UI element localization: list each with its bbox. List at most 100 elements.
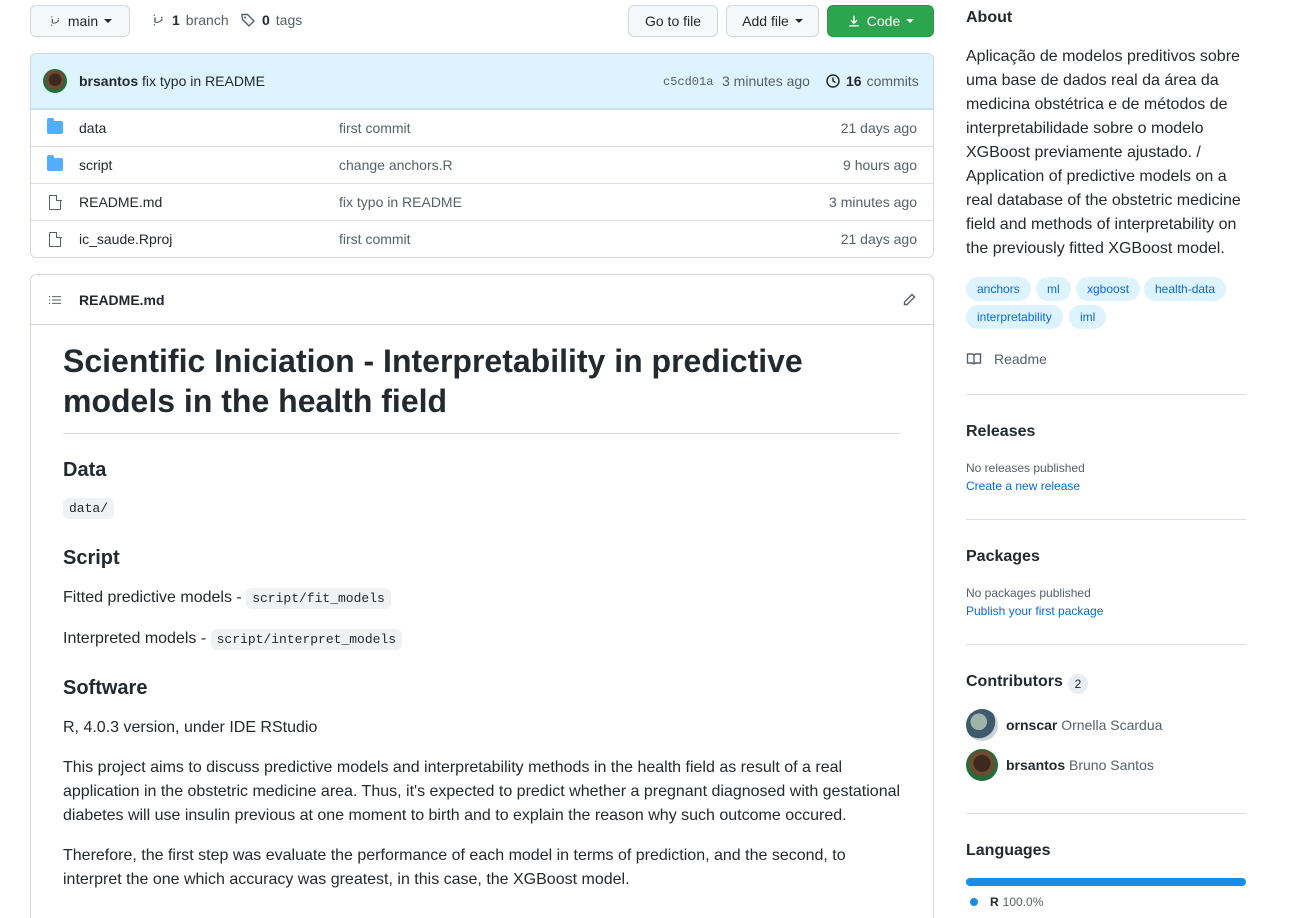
contributor-name: Ornella Scardua — [1061, 717, 1163, 733]
topic-tag[interactable]: anchors — [966, 277, 1031, 301]
file-age: 21 days ago — [840, 120, 917, 136]
file-row[interactable]: script change anchors.R 9 hours ago — [31, 146, 933, 183]
file-row[interactable]: ic_saude.Rproj first commit 21 days ago — [31, 220, 933, 257]
data-heading: Data — [63, 459, 107, 481]
go-to-file-label: Go to file — [644, 13, 702, 29]
publish-package-link[interactable]: Publish your first package — [966, 604, 1103, 618]
folder-icon — [47, 118, 63, 134]
interpreted-label: Interpreted models - — [63, 630, 211, 647]
languages-heading: Languages — [966, 842, 1051, 859]
avatar[interactable] — [43, 69, 67, 93]
topic-tag[interactable]: interpretability — [966, 305, 1063, 329]
file-age: 3 minutes ago — [829, 194, 917, 210]
latest-commit-bar: brsantos fix typo in README c5cd01a 3 mi… — [31, 54, 933, 109]
branches-label: branch — [185, 12, 229, 28]
language-color-dot — [970, 898, 978, 906]
file-commit-message[interactable]: first commit — [339, 120, 411, 136]
file-icon — [49, 194, 62, 210]
create-release-link[interactable]: Create a new release — [966, 479, 1080, 493]
readme-filename[interactable]: README.md — [79, 292, 165, 308]
topic-tag[interactable]: iml — [1069, 305, 1107, 329]
file-commit-message[interactable]: fix typo in README — [339, 194, 462, 210]
file-name[interactable]: script — [79, 157, 112, 173]
pencil-icon[interactable] — [901, 292, 917, 308]
commits-link[interactable]: 16 commits — [825, 73, 919, 89]
contributor-name: Bruno Santos — [1069, 757, 1154, 773]
file-name[interactable]: README.md — [79, 194, 162, 210]
tag-icon — [240, 12, 256, 28]
go-to-file-button[interactable]: Go to file — [628, 5, 718, 37]
releases-heading[interactable]: Releases — [966, 423, 1035, 441]
divider — [966, 519, 1246, 520]
fitted-code: script/fit_models — [246, 588, 391, 609]
language-bar-segment-r — [966, 878, 1246, 886]
data-path-code: data/ — [63, 498, 115, 519]
git-branch-icon — [48, 14, 62, 28]
packages-heading[interactable]: Packages — [966, 548, 1040, 566]
chevron-down-icon — [906, 19, 915, 23]
divider — [966, 644, 1246, 645]
packages-status: No packages published — [966, 586, 1091, 600]
avatar[interactable] — [966, 709, 998, 741]
interpreted-code: script/interpret_models — [210, 629, 403, 650]
description-paragraph-1: This project aims to discuss predictive … — [63, 759, 901, 824]
file-commit-message[interactable]: first commit — [339, 231, 411, 247]
commit-time: 3 minutes ago — [722, 73, 810, 89]
branches-link[interactable]: 1 branch — [150, 12, 229, 28]
contributors-heading[interactable]: Contributors — [966, 673, 1063, 691]
git-branch-icon — [150, 12, 166, 28]
list-unordered-icon[interactable] — [47, 292, 63, 308]
history-icon — [825, 73, 841, 89]
about-heading: About — [966, 9, 1013, 26]
tags-link[interactable]: 0 tags — [240, 12, 302, 28]
contributor-item[interactable]: ornscar Ornella Scardua — [1006, 717, 1162, 733]
avatar[interactable] — [966, 749, 998, 781]
tags-count: 0 — [262, 12, 270, 28]
download-icon — [847, 14, 861, 28]
commits-count: 16 — [846, 73, 862, 89]
script-heading: Script — [63, 547, 120, 569]
fitted-paragraph: Fitted predictive models - script/fit_mo… — [63, 586, 901, 611]
file-name[interactable]: data — [79, 120, 106, 136]
topic-tag[interactable]: xgboost — [1076, 277, 1141, 301]
software-heading: Software — [63, 677, 148, 699]
fitted-label: Fitted predictive models - — [63, 589, 247, 606]
commits-label: commits — [866, 73, 919, 89]
commit-message[interactable]: fix typo in README — [142, 73, 265, 89]
readme-header: README.md — [31, 275, 933, 325]
commit-sha[interactable]: c5cd01a — [663, 75, 713, 89]
add-file-button[interactable]: Add file — [726, 5, 819, 37]
add-file-label: Add file — [742, 13, 789, 29]
divider — [966, 813, 1246, 814]
branch-select-button[interactable]: main — [30, 5, 130, 37]
file-row[interactable]: data first commit 21 days ago — [31, 109, 933, 146]
releases-status: No releases published — [966, 461, 1085, 475]
file-commit-message[interactable]: change anchors.R — [339, 157, 453, 173]
data-paragraph: data/ — [63, 496, 901, 521]
about-description: Aplicação de modelos preditivos sobre um… — [966, 48, 1241, 257]
description-paragraph-2: Therefore, the first step was evaluate t… — [63, 847, 846, 888]
divider — [966, 394, 1246, 395]
topic-tag[interactable]: health-data — [1144, 277, 1227, 301]
file-icon — [49, 231, 62, 247]
chevron-down-icon — [104, 19, 113, 23]
code-button[interactable]: Code — [827, 5, 934, 37]
file-browser: brsantos fix typo in README c5cd01a 3 mi… — [30, 53, 934, 258]
file-age: 21 days ago — [840, 231, 917, 247]
software-text: R, 4.0.3 version, under IDE RStudio — [63, 719, 318, 736]
interpreted-paragraph: Interpreted models - script/interpret_mo… — [63, 627, 901, 652]
readme-link[interactable]: Readme — [966, 351, 1047, 367]
file-age: 9 hours ago — [843, 157, 917, 173]
commit-author[interactable]: brsantos — [79, 73, 138, 89]
language-item[interactable]: R 100.0% — [970, 895, 1043, 909]
file-row[interactable]: README.md fix typo in README 3 minutes a… — [31, 183, 933, 220]
language-percent: 100.0% — [1002, 895, 1044, 909]
topic-tag[interactable]: ml — [1036, 277, 1071, 301]
code-label: Code — [866, 13, 901, 29]
file-name[interactable]: ic_saude.Rproj — [79, 231, 172, 247]
contributor-item[interactable]: brsantos Bruno Santos — [1006, 757, 1154, 773]
language-bar — [966, 878, 1246, 886]
readme-link-label: Readme — [994, 351, 1047, 367]
contributor-login: brsantos — [1006, 757, 1066, 773]
readme-panel: README.md Scientific Iniciation - Interp… — [30, 274, 934, 918]
